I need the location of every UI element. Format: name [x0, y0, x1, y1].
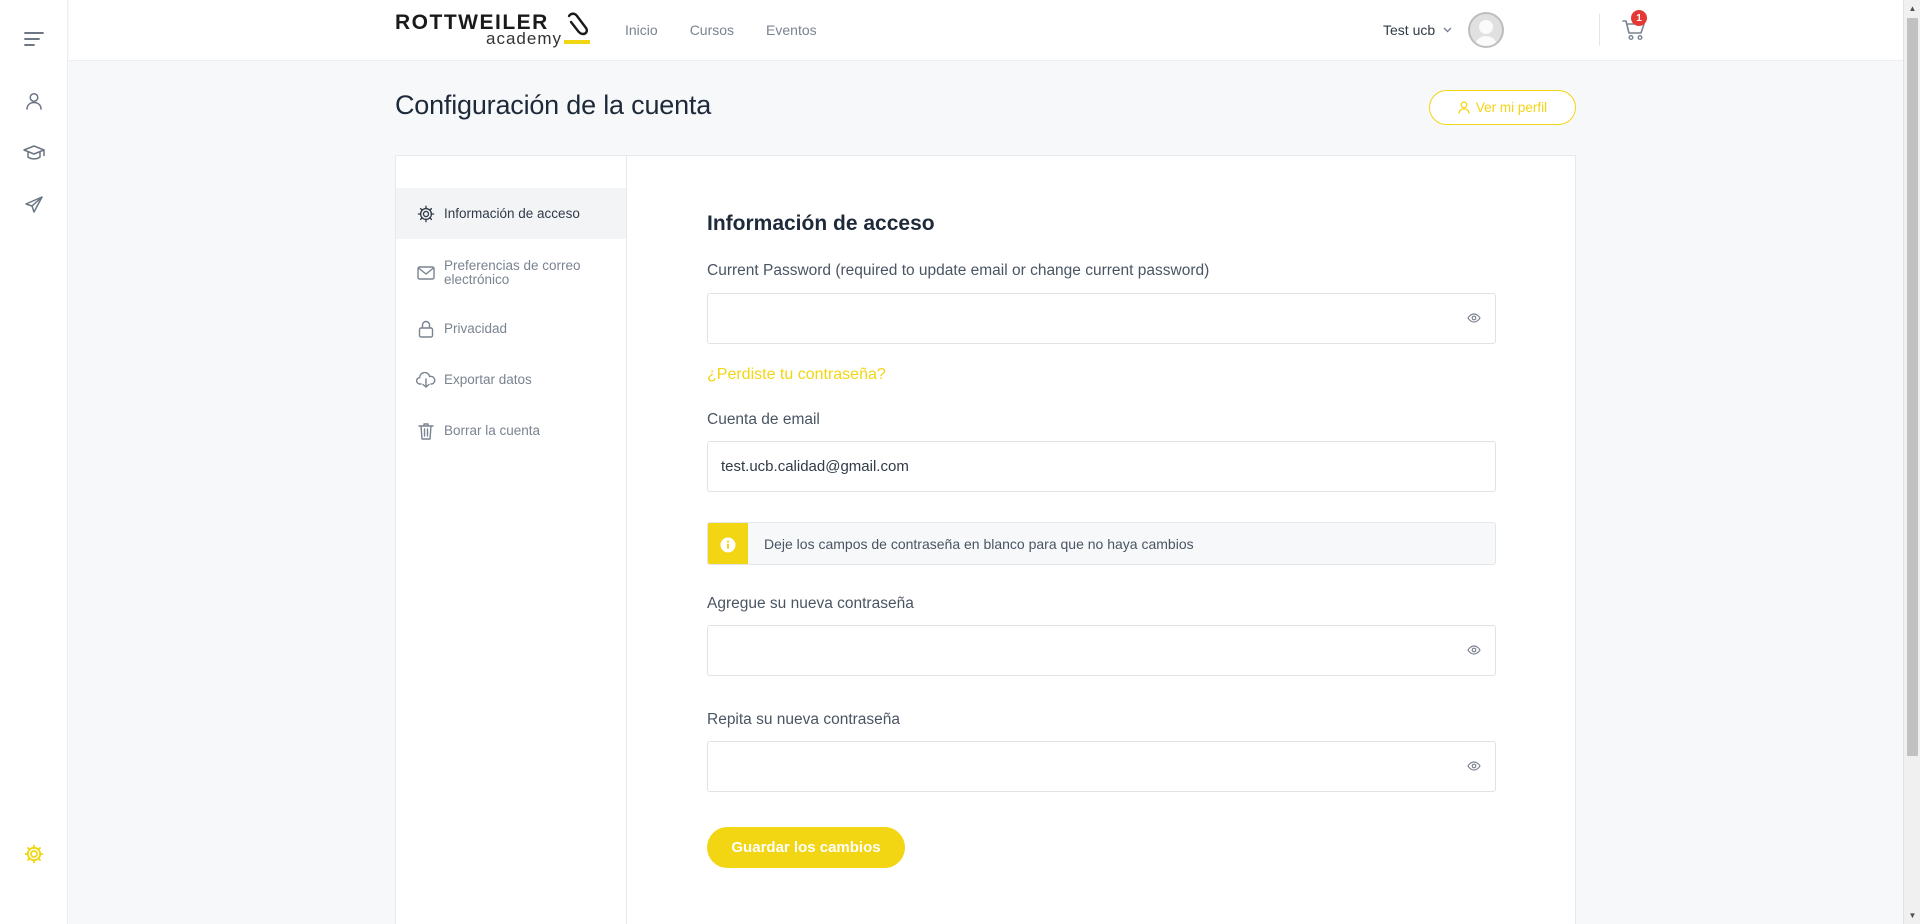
paper-plane-icon[interactable] — [20, 191, 48, 219]
eye-icon[interactable] — [1467, 313, 1481, 323]
sidebar-item-label: Información de acceso — [444, 205, 580, 221]
chevron-down-icon[interactable] — [1443, 27, 1452, 33]
gear-icon — [416, 204, 436, 224]
nav-eventos[interactable]: Eventos — [766, 22, 817, 38]
repeat-password-label: Repita su nueva contraseña — [707, 711, 901, 728]
user-name[interactable]: Test ucb — [1383, 22, 1435, 38]
sidebar-item-label: Exportar datos — [444, 372, 532, 387]
sidebar-item-label: Privacidad — [444, 321, 508, 336]
forgot-password-link[interactable]: ¿Perdiste tu contraseña? — [707, 366, 886, 384]
scrollbar-thumb[interactable] — [1907, 18, 1918, 756]
user-icon[interactable] — [20, 87, 48, 115]
settings-sidebar: Información de acceso Preferencias de co… — [396, 156, 627, 924]
cloud-download-icon — [416, 370, 436, 390]
top-header: ROTTWEILER academy Inicio Cursos Eventos… — [69, 0, 1903, 61]
user-menu[interactable]: Test ucb — [1383, 12, 1505, 48]
mail-icon — [416, 263, 436, 283]
cart-count-badge: 1 — [1631, 10, 1647, 26]
sidebar-item-delete-account[interactable]: Borrar la cuenta — [396, 408, 626, 454]
lock-icon — [416, 319, 436, 339]
sidebar-item-label: Preferencias de correo electrónico — [444, 258, 581, 287]
view-profile-button[interactable]: Ver mi perfil — [1429, 90, 1576, 125]
sidebar-item-label: Borrar la cuenta — [444, 423, 541, 438]
info-icon — [708, 523, 748, 564]
user-icon — [1458, 101, 1470, 114]
logo-subtitle: academy — [486, 29, 562, 48]
sidebar-item-email-preferences[interactable]: Preferencias de correo electrónico — [396, 250, 626, 296]
email-label: Cuenta de email — [707, 411, 820, 428]
new-password-label: Agregue su nueva contraseña — [707, 595, 914, 612]
current-password-label: Current Password (required to update ema… — [707, 262, 1210, 279]
eye-icon[interactable] — [1467, 645, 1481, 655]
current-password-field[interactable] — [707, 293, 1496, 344]
avatar[interactable] — [1468, 12, 1505, 48]
sidebar-item-export-data[interactable]: Exportar datos — [396, 357, 626, 403]
settings-card: Información de acceso Preferencias de co… — [395, 155, 1576, 924]
page-title: Configuración de la cuenta — [395, 90, 712, 120]
graduation-cap-icon[interactable] — [20, 139, 48, 167]
scroll-up-icon[interactable]: ▲ — [1904, 0, 1920, 17]
left-rail — [0, 0, 68, 924]
info-notice: Deje los campos de contraseña en blanco … — [707, 522, 1496, 565]
trash-icon — [416, 421, 436, 441]
menu-icon[interactable] — [20, 25, 48, 53]
paperclip-icon — [563, 10, 593, 38]
email-field[interactable]: test.ucb.calidad@gmail.com — [707, 441, 1496, 492]
header-divider — [1599, 14, 1600, 46]
eye-icon[interactable] — [1467, 761, 1481, 771]
email-value: test.ucb.calidad@gmail.com — [721, 458, 909, 475]
brand-logo[interactable]: ROTTWEILER academy — [395, 10, 595, 50]
nav-cursos[interactable]: Cursos — [690, 22, 734, 38]
new-password-field[interactable] — [707, 625, 1496, 676]
view-profile-label: Ver mi perfil — [1475, 100, 1548, 115]
nav-inicio[interactable]: Inicio — [625, 22, 658, 38]
section-title: Información de acceso — [707, 212, 935, 235]
vertical-scrollbar[interactable]: ▲ ▼ — [1903, 0, 1920, 924]
repeat-password-field[interactable] — [707, 741, 1496, 792]
scroll-down-icon[interactable]: ▼ — [1904, 907, 1920, 924]
sidebar-item-access-info[interactable]: Información de acceso — [396, 188, 626, 239]
main-nav: Inicio Cursos Eventos — [625, 0, 817, 60]
save-changes-button[interactable]: Guardar los cambios — [707, 827, 905, 868]
logo-underline — [564, 40, 590, 44]
sidebar-item-privacy[interactable]: Privacidad — [396, 306, 626, 352]
notice-text: Deje los campos de contraseña en blanco … — [764, 536, 1194, 552]
gear-icon[interactable] — [20, 840, 48, 868]
